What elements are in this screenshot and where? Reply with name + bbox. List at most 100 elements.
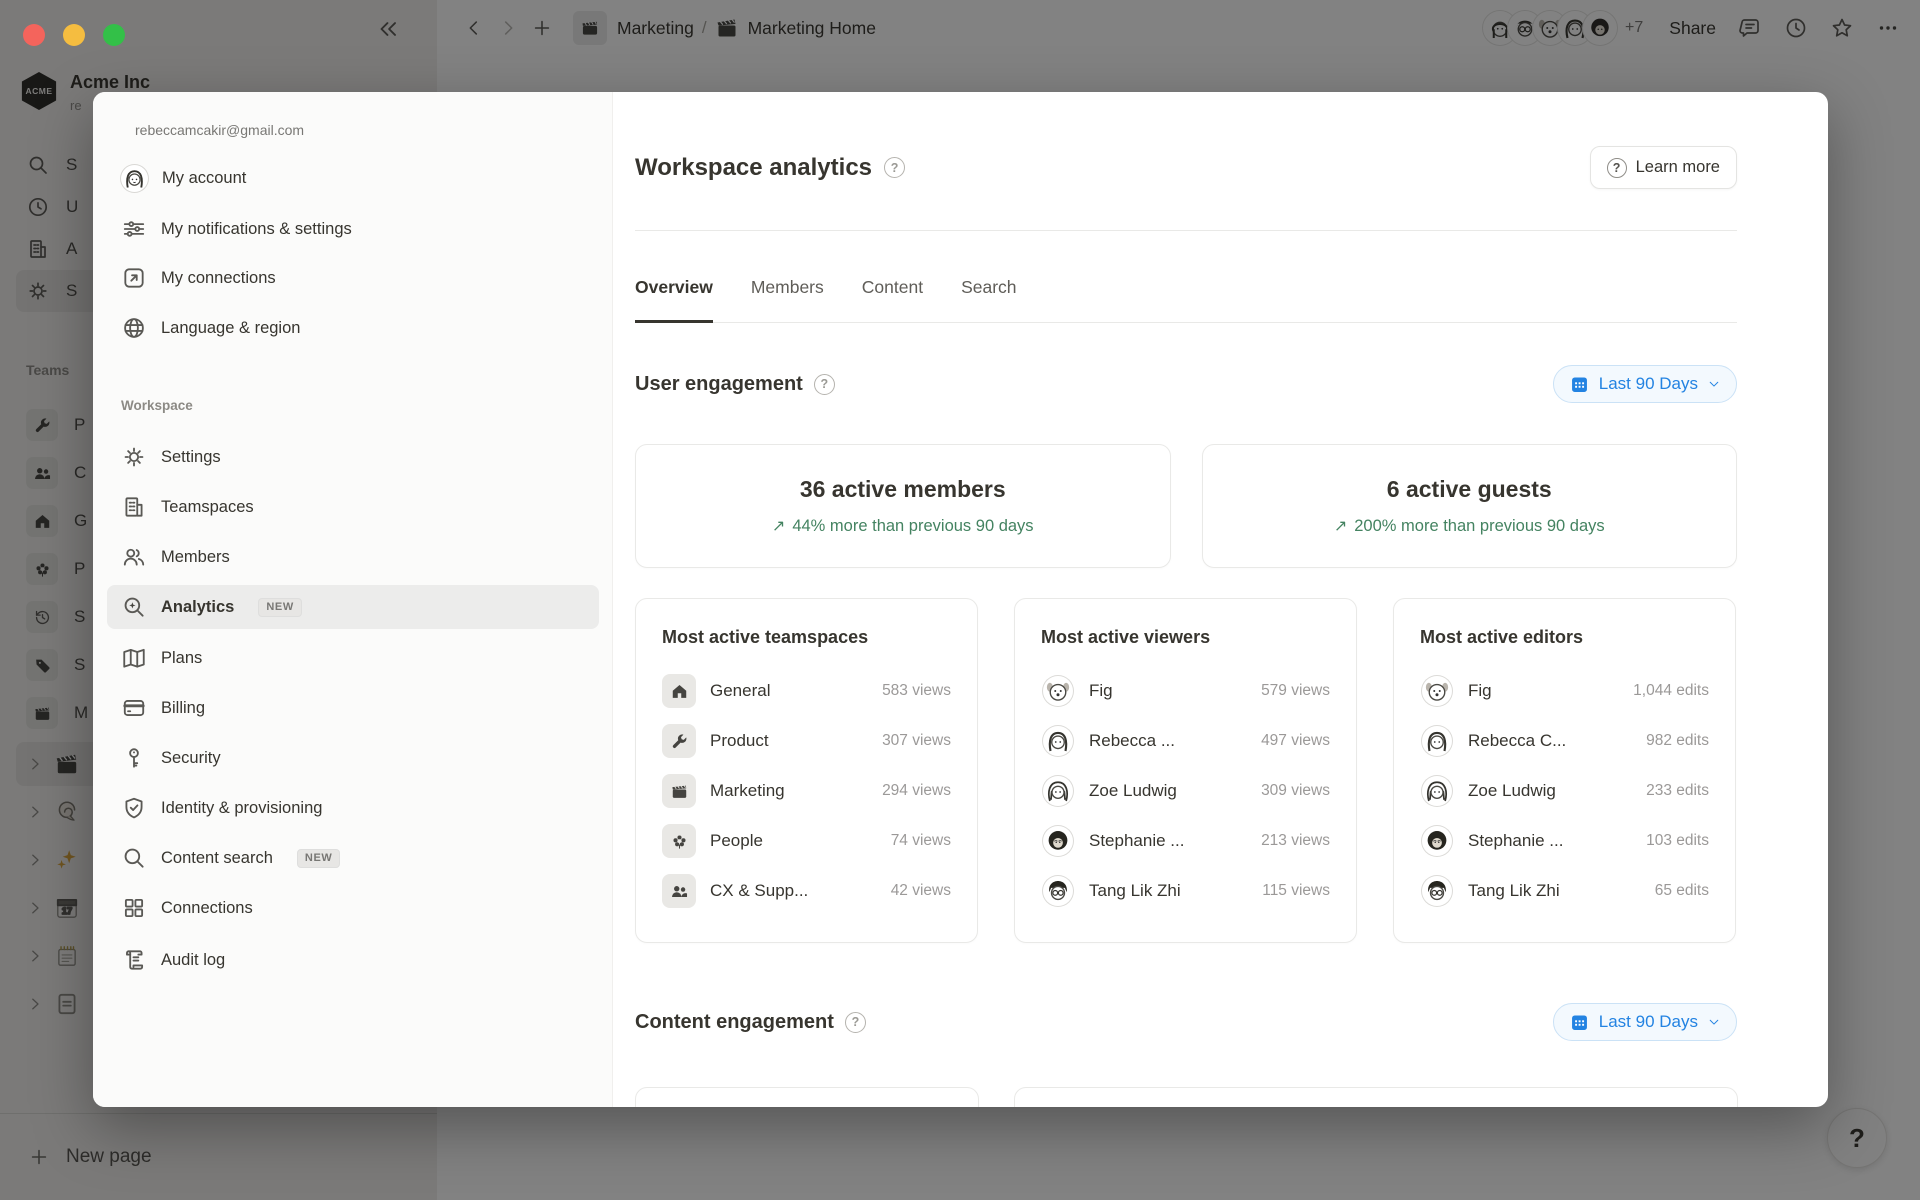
settings-nav-identity[interactable]: Identity & provisioning — [107, 786, 599, 830]
nav-label: Content search — [161, 849, 273, 868]
list-item[interactable]: Stephanie ... 213 views — [1041, 816, 1330, 866]
active-members-value: 36 active members — [800, 476, 1006, 503]
trend-up-icon: ↗ — [772, 516, 785, 536]
partial-card — [1014, 1087, 1738, 1107]
header-divider — [635, 230, 1737, 231]
list-item[interactable]: Fig 1,044 edits — [1420, 666, 1709, 716]
nav-label: Plans — [161, 649, 202, 668]
list-item[interactable]: Stephanie ... 103 edits — [1420, 816, 1709, 866]
tab-content[interactable]: Content — [862, 274, 923, 322]
calendar-icon — [1569, 374, 1590, 395]
active-guests-card: 6 active guests ↗ 200% more than previou… — [1202, 444, 1738, 568]
nav-label: Security — [161, 749, 221, 768]
people-icon — [662, 874, 696, 908]
arrow-up-right-square-icon — [121, 265, 147, 291]
partial-card — [635, 1087, 979, 1107]
settings-nav-my-account[interactable]: My account — [107, 156, 599, 200]
list-item[interactable]: Rebecca C... 982 edits — [1420, 716, 1709, 766]
tab-search[interactable]: Search — [961, 274, 1016, 322]
settings-nav-billing[interactable]: Billing — [107, 686, 599, 730]
card-title: Most active viewers — [1041, 627, 1330, 648]
list-item[interactable]: Product 307 views — [662, 716, 951, 766]
person-avatar — [1043, 726, 1073, 756]
nav-label: Audit log — [161, 951, 225, 970]
account-email: rebeccamcakir@gmail.com — [135, 122, 304, 138]
person-avatar — [1422, 726, 1452, 756]
settings-nav-connections-ws[interactable]: Connections — [107, 886, 599, 930]
list-item[interactable]: Rebecca ... 497 views — [1041, 716, 1330, 766]
nav-label: Teamspaces — [161, 498, 254, 517]
nav-label: My account — [162, 169, 246, 188]
list-item[interactable]: Zoe Ludwig 233 edits — [1420, 766, 1709, 816]
shield-check-icon — [121, 795, 147, 821]
workspace-section-header: Workspace — [121, 398, 193, 413]
nav-label: My notifications & settings — [161, 220, 352, 239]
user-avatar — [121, 165, 148, 192]
list-item[interactable]: Marketing 294 views — [662, 766, 951, 816]
list-item[interactable]: CX & Supp... 42 views — [662, 866, 951, 916]
help-circle-icon[interactable]: ? — [814, 374, 835, 395]
nav-label: Billing — [161, 699, 205, 718]
nav-label: Connections — [161, 899, 253, 918]
grid-icon — [121, 895, 147, 921]
scroll-icon — [121, 947, 147, 973]
settings-nav-plans[interactable]: Plans — [107, 636, 599, 680]
list-item[interactable]: Tang Lik Zhi 115 views — [1041, 866, 1330, 916]
page-title: Workspace analytics ? — [635, 154, 905, 182]
building-icon — [121, 494, 147, 520]
sliders-icon — [121, 216, 147, 242]
most-active-teamspaces-card: Most active teamspaces General 583 views… — [635, 598, 978, 943]
search-icon — [121, 845, 147, 871]
active-guests-delta: ↗ 200% more than previous 90 days — [1334, 516, 1605, 536]
settings-nav-security[interactable]: Security — [107, 736, 599, 780]
most-active-editors-card: Most active editors Fig 1,044 edits Rebe… — [1393, 598, 1736, 943]
help-circle-icon[interactable]: ? — [845, 1012, 866, 1033]
settings-nav-connections[interactable]: My connections — [107, 256, 599, 300]
window-traffic-lights — [23, 24, 125, 46]
settings-nav-analytics-active[interactable]: Analytics NEW — [107, 585, 599, 629]
minimize-window-button[interactable] — [63, 24, 85, 46]
settings-nav-content-search[interactable]: Content search NEW — [107, 836, 599, 880]
user-engagement-title: User engagement ? — [635, 373, 835, 396]
new-badge: NEW — [258, 598, 301, 617]
tab-overview[interactable]: Overview — [635, 274, 713, 323]
learn-more-button[interactable]: ? Learn more — [1590, 146, 1737, 189]
card-title: Most active teamspaces — [662, 627, 951, 648]
settings-nav-language[interactable]: Language & region — [107, 306, 599, 350]
active-members-delta: ↗ 44% more than previous 90 days — [772, 516, 1034, 536]
clapperboard-icon — [662, 774, 696, 808]
list-item[interactable]: Tang Lik Zhi 65 edits — [1420, 866, 1709, 916]
person-avatar — [1422, 826, 1452, 856]
settings-nav-members[interactable]: Members — [107, 535, 599, 579]
calendar-icon — [1569, 1012, 1590, 1033]
analytics-magnifier-icon — [121, 594, 147, 620]
settings-nav-notifications[interactable]: My notifications & settings — [107, 207, 599, 251]
help-circle-icon: ? — [1607, 158, 1627, 178]
credit-card-icon — [121, 695, 147, 721]
list-item[interactable]: People 74 views — [662, 816, 951, 866]
date-range-dropdown[interactable]: Last 90 Days — [1553, 1003, 1737, 1041]
content-engagement-title: Content engagement ? — [635, 1011, 866, 1034]
close-window-button[interactable] — [23, 24, 45, 46]
active-guests-value: 6 active guests — [1387, 476, 1552, 503]
card-title: Most active editors — [1420, 627, 1709, 648]
globe-icon — [121, 315, 147, 341]
tab-members[interactable]: Members — [751, 274, 824, 322]
help-circle-icon[interactable]: ? — [884, 157, 905, 178]
nav-label: My connections — [161, 269, 276, 288]
list-item[interactable]: Fig 579 views — [1041, 666, 1330, 716]
settings-nav-settings[interactable]: Settings — [107, 435, 599, 479]
zoom-window-button[interactable] — [103, 24, 125, 46]
person-avatar — [1043, 876, 1073, 906]
list-item[interactable]: Zoe Ludwig 309 views — [1041, 766, 1330, 816]
settings-nav-teamspaces[interactable]: Teamspaces — [107, 485, 599, 529]
date-range-dropdown[interactable]: Last 90 Days — [1553, 365, 1737, 403]
gear-icon — [121, 444, 147, 470]
person-avatar — [1043, 776, 1073, 806]
settings-nav-audit-log[interactable]: Audit log — [107, 938, 599, 982]
nav-label: Identity & provisioning — [161, 799, 322, 818]
wrench-icon — [662, 724, 696, 758]
list-item[interactable]: General 583 views — [662, 666, 951, 716]
person-avatar — [1422, 776, 1452, 806]
map-icon — [121, 645, 147, 671]
